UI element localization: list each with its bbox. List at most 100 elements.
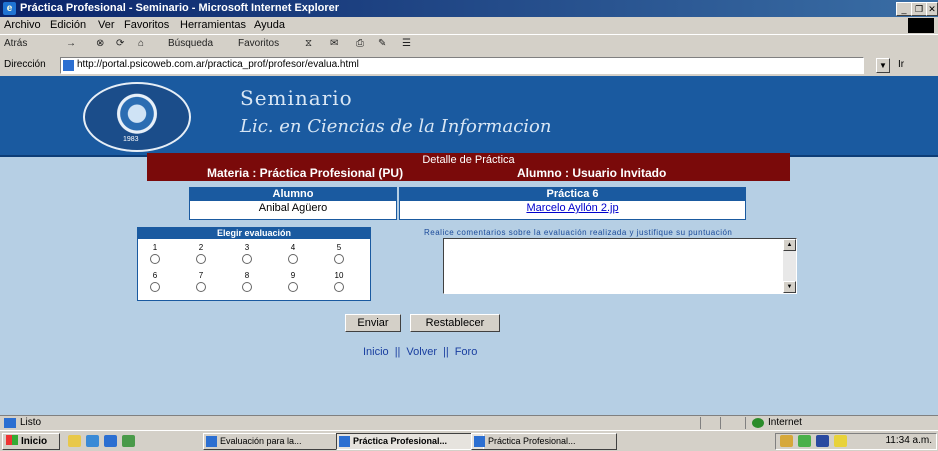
tray-icon[interactable]: [798, 435, 811, 447]
menu-edicion[interactable]: Edición: [50, 19, 86, 31]
evaluation-option-6[interactable]: 6: [140, 271, 170, 292]
menu-ver[interactable]: Ver: [98, 19, 115, 31]
taskbar-item[interactable]: Evaluación para la...: [203, 433, 349, 450]
discuss-button[interactable]: ☰: [402, 38, 411, 49]
banner-subtitle: Lic. en Ciencias de la Informacion: [240, 116, 552, 137]
address-input[interactable]: http://portal.psicoweb.com.ar/practica_p…: [60, 57, 864, 74]
radio-icon[interactable]: [334, 282, 344, 292]
ie-window-icon: [339, 436, 350, 447]
practice-info-table: Práctica 6 Marcelo Ayllón 2.jp: [399, 187, 746, 220]
radio-icon[interactable]: [150, 282, 160, 292]
university-seal-logo: 1983: [83, 82, 191, 152]
window-title: Práctica Profesional - Seminario - Micro…: [20, 2, 340, 14]
link-separator: ||: [394, 346, 401, 358]
quick-launch-icon[interactable]: [86, 435, 99, 447]
option-label: 10: [334, 271, 344, 280]
link-foro[interactable]: Foro: [455, 346, 478, 358]
search-button[interactable]: Búsqueda: [168, 38, 213, 49]
reset-button[interactable]: Restablecer: [410, 314, 500, 332]
radio-icon[interactable]: [196, 254, 206, 264]
option-label: 9: [290, 271, 296, 280]
window-titlebar[interactable]: e Práctica Profesional - Seminario - Mic…: [0, 0, 938, 17]
practice-file-link[interactable]: Marcelo Ayllón 2.jp: [400, 201, 745, 216]
taskbar-item[interactable]: Práctica Profesional...: [471, 433, 617, 450]
quick-launch-icon[interactable]: [68, 435, 81, 447]
option-label: 3: [244, 243, 250, 252]
taskbar: Inicio Evaluación para la... Práctica Pr…: [0, 430, 938, 451]
address-dropdown-button[interactable]: ▼: [876, 58, 890, 73]
forward-button[interactable]: →: [66, 38, 76, 49]
tray-icon[interactable]: [834, 435, 847, 447]
task-label: Práctica Profesional...: [488, 436, 576, 446]
evaluation-option-8[interactable]: 8: [232, 271, 262, 292]
link-volver[interactable]: Volver: [406, 346, 437, 358]
radio-icon[interactable]: [150, 254, 160, 264]
radio-icon[interactable]: [334, 254, 344, 264]
security-zone: Internet: [768, 417, 802, 428]
evaluation-option-9[interactable]: 9: [278, 271, 308, 292]
option-label: 8: [244, 271, 250, 280]
menu-archivo[interactable]: Archivo: [4, 19, 41, 31]
radio-icon[interactable]: [288, 254, 298, 264]
clock[interactable]: 11:34 a.m.: [885, 435, 932, 446]
address-url[interactable]: http://portal.psicoweb.com.ar/practica_p…: [77, 59, 359, 70]
menu-ayuda[interactable]: Ayuda: [254, 19, 285, 31]
alumno-label: Alumno : Usuario Invitado: [517, 166, 667, 180]
taskbar-item-active[interactable]: Práctica Profesional...: [336, 433, 484, 450]
evaluation-header: Elegir evaluación: [138, 228, 370, 239]
refresh-button[interactable]: ⟳: [116, 38, 124, 49]
menu-herramientas[interactable]: Herramientas: [180, 19, 246, 31]
link-separator: ||: [442, 346, 449, 358]
address-bar: Dirección http://portal.psicoweb.com.ar/…: [0, 56, 938, 75]
radio-icon[interactable]: [288, 282, 298, 292]
ie-window-icon: [206, 436, 217, 447]
practice-header-bar: Detalle de Práctica Materia : Práctica P…: [147, 153, 790, 181]
student-name: Anibal Agüero: [258, 202, 328, 214]
evaluation-option-4[interactable]: 4: [278, 243, 308, 264]
home-button[interactable]: ⌂: [138, 38, 144, 49]
quick-launch-icon[interactable]: [122, 435, 135, 447]
quick-launch-icon[interactable]: [104, 435, 117, 447]
evaluation-option-3[interactable]: 3: [232, 243, 262, 264]
textarea-scrollbar[interactable]: ▲ ▼: [783, 239, 796, 293]
start-button[interactable]: Inicio: [2, 433, 60, 450]
evaluation-option-10[interactable]: 10: [324, 271, 354, 292]
student-info-table: Alumno Anibal Agüero: [189, 187, 397, 220]
close-button[interactable]: ✕: [926, 2, 938, 16]
ie-window-icon: [474, 436, 485, 447]
scroll-down-icon[interactable]: ▼: [783, 281, 796, 293]
history-button[interactable]: ⧖: [305, 38, 312, 49]
menu-favoritos[interactable]: Favoritos: [124, 19, 169, 31]
status-text: Listo: [20, 417, 42, 428]
status-divider: [700, 417, 701, 429]
radio-icon[interactable]: [196, 282, 206, 292]
page-content: 1983 Seminario Lic. en Ciencias de la In…: [0, 76, 938, 415]
tray-icon[interactable]: [780, 435, 793, 447]
option-label: 2: [198, 243, 204, 252]
maximize-button[interactable]: ❐: [911, 2, 927, 16]
site-banner: 1983 Seminario Lic. en Ciencias de la In…: [0, 76, 938, 157]
link-inicio[interactable]: Inicio: [363, 346, 389, 358]
radio-icon[interactable]: [242, 282, 252, 292]
evaluation-option-7[interactable]: 7: [186, 271, 216, 292]
minimize-button[interactable]: _: [896, 2, 912, 16]
comment-label: Realice comentarios sobre la evaluación …: [424, 228, 733, 237]
seal-text: 1983: [123, 136, 139, 143]
scroll-up-icon[interactable]: ▲: [783, 239, 796, 251]
back-button[interactable]: Atrás: [4, 38, 27, 49]
mail-button[interactable]: ✉: [330, 38, 338, 49]
edit-button[interactable]: ✎: [378, 38, 386, 49]
footer-links: Inicio || Volver || Foro: [363, 346, 477, 358]
favorites-button[interactable]: Favoritos: [238, 38, 279, 49]
radio-icon[interactable]: [242, 254, 252, 264]
go-button[interactable]: Ir: [898, 59, 904, 70]
evaluation-box: Elegir evaluación 1 2 3 4 5 6 7 8 9 10: [137, 227, 371, 301]
evaluation-option-2[interactable]: 2: [186, 243, 216, 264]
print-button[interactable]: ⎙: [356, 38, 364, 49]
evaluation-option-5[interactable]: 5: [324, 243, 354, 264]
tray-icon[interactable]: [816, 435, 829, 447]
submit-button[interactable]: Enviar: [345, 314, 401, 332]
evaluation-option-1[interactable]: 1: [140, 243, 170, 264]
stop-button[interactable]: ⊗: [96, 38, 104, 49]
comment-textarea[interactable]: ▲ ▼: [443, 238, 797, 294]
